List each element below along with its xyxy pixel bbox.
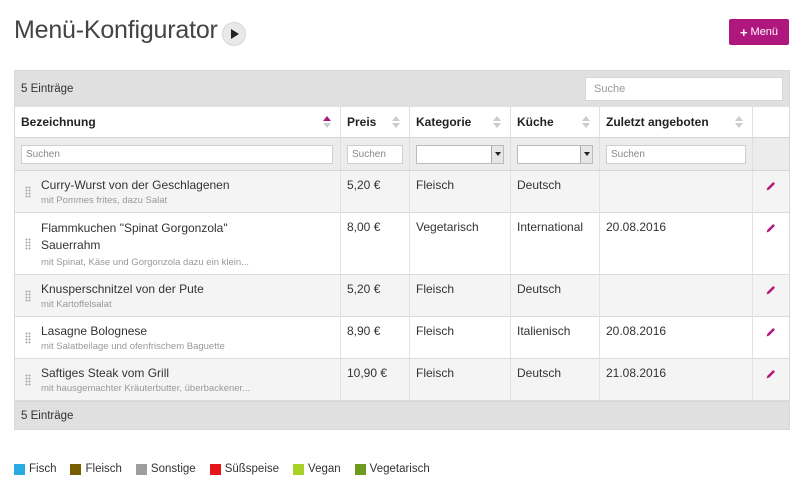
dish-description: mit hausgemachter Kräuterbutter, überbac… bbox=[41, 383, 251, 394]
dish-cuisine: Deutsch bbox=[511, 359, 600, 400]
dish-last-offered bbox=[600, 275, 753, 316]
dish-name: Saftiges Steak vom Grill bbox=[41, 366, 170, 380]
column-header-actions bbox=[753, 107, 789, 137]
table-row[interactable]: Flammkuchen "Spinat Gorgonzola" Sauerrah… bbox=[15, 213, 789, 275]
play-button[interactable] bbox=[222, 22, 246, 46]
filter-kategorie-select[interactable] bbox=[416, 144, 504, 164]
dish-category: Fleisch bbox=[410, 359, 511, 400]
grid-body: Curry-Wurst von der Geschlagenen mit Pom… bbox=[15, 171, 789, 401]
dish-description: mit Salatbeilage und ofenfrischem Baguet… bbox=[41, 341, 225, 352]
column-header-zuletzt-angeboten[interactable]: Zuletzt angeboten bbox=[600, 107, 753, 137]
column-header-bezeichnung[interactable]: Bezeichnung bbox=[15, 107, 341, 137]
grid-footer: 5 Einträge bbox=[15, 401, 789, 429]
legend-item-sonstige: Sonstige bbox=[135, 463, 196, 475]
filter-bezeichnung-input[interactable]: Suchen bbox=[21, 144, 333, 164]
play-icon bbox=[231, 29, 239, 39]
dish-category: Fleisch bbox=[410, 275, 511, 316]
dish-last-offered: 20.08.2016 bbox=[600, 317, 753, 358]
dish-cuisine: Italienisch bbox=[511, 317, 600, 358]
edit-pencil-icon[interactable] bbox=[765, 222, 777, 234]
drag-handle-icon[interactable] bbox=[25, 237, 31, 250]
dish-description: mit Kartoffelsalat bbox=[41, 299, 112, 310]
table-row[interactable]: Lasagne Bolognese mit Salatbeilage und o… bbox=[15, 317, 789, 359]
legend-item-fisch: Fisch bbox=[14, 463, 56, 475]
filter-zuletzt-input[interactable]: Suchen bbox=[606, 144, 746, 164]
legend-item-fleisch: Fleisch bbox=[70, 463, 122, 475]
menu-grid: 5 Einträge Suche Bezeichnung Preis Kateg… bbox=[14, 70, 790, 430]
filter-preis-input[interactable]: Suchen bbox=[347, 144, 403, 164]
chevron-down-icon bbox=[491, 145, 503, 163]
table-row[interactable]: Curry-Wurst von der Geschlagenen mit Pom… bbox=[15, 171, 789, 213]
dish-last-offered: 20.08.2016 bbox=[600, 213, 753, 274]
dish-price: 5,20 € bbox=[341, 171, 410, 212]
dish-price: 10,90 € bbox=[341, 359, 410, 400]
legend-swatch bbox=[70, 463, 82, 475]
legend-item-suessspeise: Süßspeise bbox=[209, 463, 279, 475]
sort-icon bbox=[582, 116, 591, 129]
dish-cuisine: Deutsch bbox=[511, 171, 600, 212]
sort-icon bbox=[493, 116, 502, 129]
dish-price: 5,20 € bbox=[341, 275, 410, 316]
dish-name: Lasagne Bolognese bbox=[41, 324, 148, 338]
legend-swatch bbox=[354, 463, 366, 475]
chevron-down-icon bbox=[580, 145, 592, 163]
drag-handle-icon[interactable] bbox=[25, 289, 31, 302]
drag-handle-icon[interactable] bbox=[25, 373, 31, 386]
filter-kueche-select[interactable] bbox=[517, 144, 593, 164]
dish-name: Curry-Wurst von der Geschlagenen bbox=[41, 178, 230, 192]
legend-swatch bbox=[293, 463, 305, 475]
table-row[interactable]: Saftiges Steak vom Grill mit hausgemacht… bbox=[15, 359, 789, 401]
dish-category: Vegetarisch bbox=[410, 213, 511, 274]
dish-category: Fleisch bbox=[410, 317, 511, 358]
dish-cuisine: International bbox=[511, 213, 600, 274]
column-header-preis[interactable]: Preis bbox=[341, 107, 410, 137]
dish-last-offered: 21.08.2016 bbox=[600, 359, 753, 400]
dish-price: 8,00 € bbox=[341, 213, 410, 274]
edit-pencil-icon[interactable] bbox=[765, 326, 777, 338]
dish-price: 8,90 € bbox=[341, 317, 410, 358]
new-menu-button[interactable]: + Menü bbox=[729, 19, 789, 45]
drag-handle-icon[interactable] bbox=[25, 331, 31, 344]
column-header-kategorie[interactable]: Kategorie bbox=[410, 107, 511, 137]
drag-handle-icon[interactable] bbox=[25, 185, 31, 198]
dish-last-offered bbox=[600, 171, 753, 212]
table-row[interactable]: Knusperschnitzel von der Pute mit Kartof… bbox=[15, 275, 789, 317]
grid-toolbar: 5 Einträge Suche bbox=[15, 71, 789, 107]
entry-count-footer: 5 Einträge bbox=[21, 409, 74, 422]
grid-search-input[interactable]: Suche bbox=[585, 77, 783, 101]
legend-swatch bbox=[209, 463, 221, 475]
legend-item-vegan: Vegan bbox=[293, 463, 341, 475]
page-title: Menü-Konfigurator bbox=[14, 16, 218, 44]
dish-name: Flammkuchen "Spinat Gorgonzola" Sauerrah… bbox=[41, 221, 228, 252]
dish-description: mit Spinat, Käse und Gorgonzola dazu ein… bbox=[41, 257, 250, 268]
sort-icon bbox=[392, 116, 401, 129]
entry-count: 5 Einträge bbox=[21, 83, 74, 95]
dish-cuisine: Deutsch bbox=[511, 275, 600, 316]
sort-icon bbox=[735, 116, 744, 129]
plus-icon: + bbox=[739, 24, 748, 40]
dish-name: Knusperschnitzel von der Pute bbox=[41, 282, 204, 296]
dish-category: Fleisch bbox=[410, 171, 511, 212]
category-legend: Fisch Fleisch Sonstige Süßspeise Vegan V… bbox=[14, 463, 444, 475]
dish-description: mit Pommes frites, dazu Salat bbox=[41, 195, 168, 206]
legend-item-vegetarisch: Vegetarisch bbox=[354, 463, 430, 475]
legend-swatch bbox=[14, 463, 25, 475]
filter-row: Suchen Suchen Suchen bbox=[15, 138, 789, 171]
new-menu-label: Menü bbox=[750, 26, 779, 38]
grid-header: Bezeichnung Preis Kategorie Küche Zuletz… bbox=[15, 107, 789, 138]
edit-pencil-icon[interactable] bbox=[765, 368, 777, 380]
edit-pencil-icon[interactable] bbox=[765, 284, 777, 296]
legend-swatch bbox=[135, 463, 147, 475]
column-header-kueche[interactable]: Küche bbox=[511, 107, 600, 137]
edit-pencil-icon[interactable] bbox=[765, 180, 777, 192]
sort-icon bbox=[323, 116, 332, 129]
